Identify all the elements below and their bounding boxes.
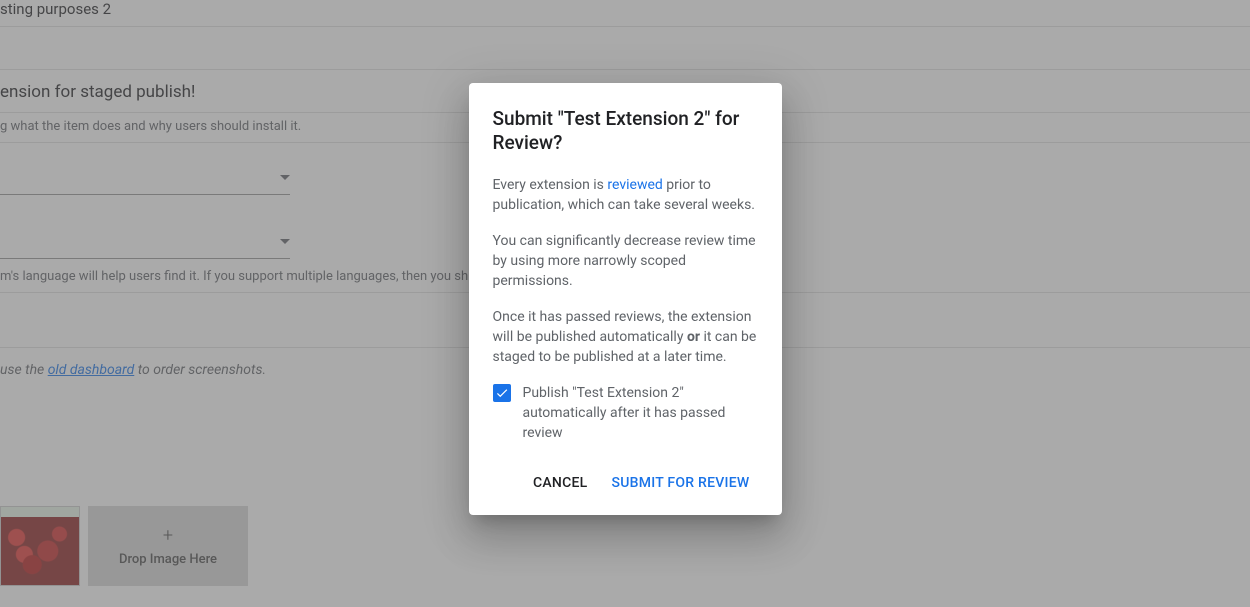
submit-review-dialog: Submit "Test Extension 2" for Review? Ev… xyxy=(469,83,782,515)
cancel-button[interactable]: CANCEL xyxy=(525,467,595,499)
submit-button[interactable]: SUBMIT FOR REVIEW xyxy=(603,467,757,499)
auto-publish-label: Publish "Test Extension 2" automatically… xyxy=(523,383,758,443)
reviewed-link[interactable]: reviewed xyxy=(607,177,662,193)
dialog-title: Submit "Test Extension 2" for Review? xyxy=(493,107,758,155)
dialog-body: Every extension is reviewed prior to pub… xyxy=(493,175,758,443)
auto-publish-checkbox[interactable] xyxy=(493,384,511,402)
dialog-actions: CANCEL SUBMIT FOR REVIEW xyxy=(493,467,758,499)
modal-overlay[interactable]: Submit "Test Extension 2" for Review? Ev… xyxy=(0,0,1250,607)
check-icon xyxy=(495,386,509,400)
